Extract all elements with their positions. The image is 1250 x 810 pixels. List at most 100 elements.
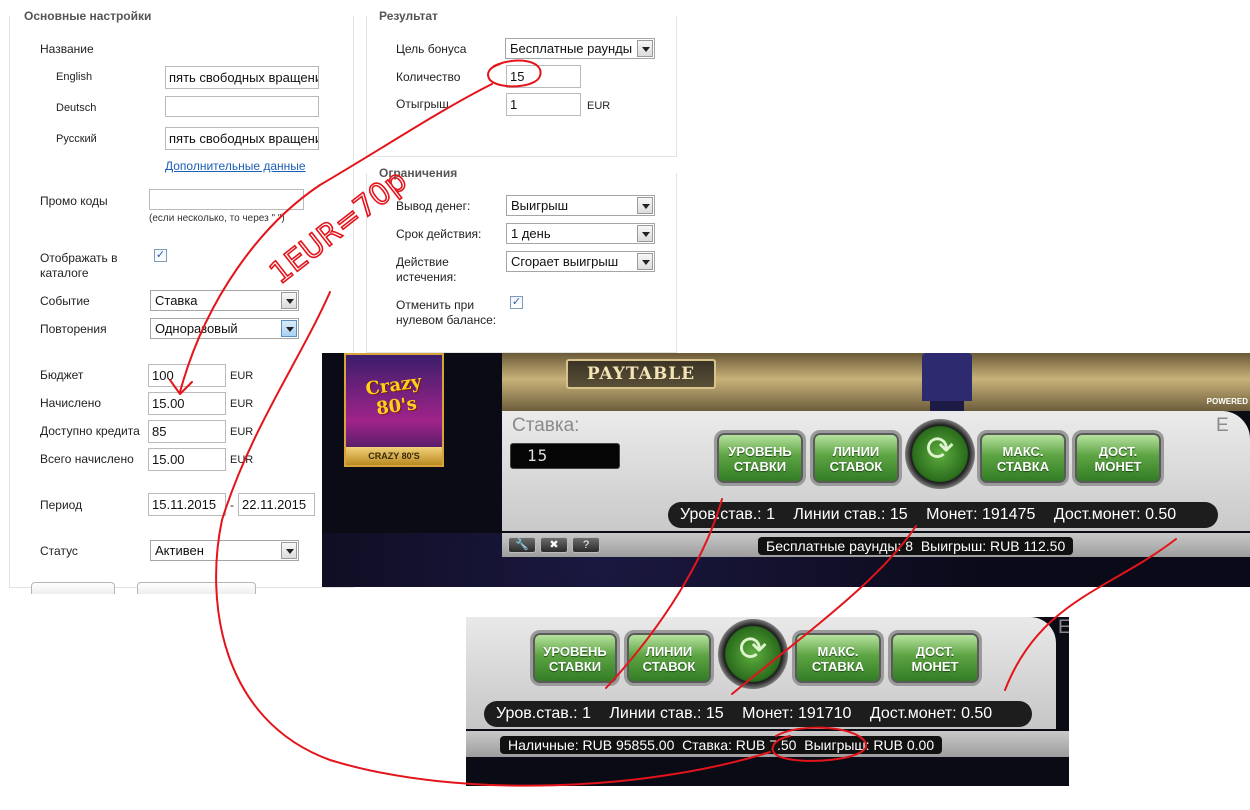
accrued-input[interactable]: 15.00 xyxy=(148,392,226,415)
status-win-2: Выигрыш: RUB 0.00 xyxy=(804,737,935,753)
cancel-zero-checkbox[interactable]: ✓ xyxy=(510,296,523,309)
additional-data-link[interactable]: Дополнительные данные xyxy=(165,159,306,173)
validity-select-value: 1 день xyxy=(511,226,551,241)
bet-level-button-2[interactable]: УРОВЕНЬ СТАВКИ xyxy=(530,630,620,686)
quantity-input[interactable]: 15 xyxy=(506,65,581,88)
period-to-input[interactable]: 22.11.2015 xyxy=(238,493,315,516)
result-legend: Результат xyxy=(377,9,440,23)
refresh-icon: ⟳ xyxy=(925,430,955,468)
validity-select[interactable]: 1 день xyxy=(506,223,655,244)
bet-lines-button-2[interactable]: ЛИНИИ СТАВОК xyxy=(624,630,714,686)
stake-label: Ставка: xyxy=(512,415,580,436)
total-currency: EUR xyxy=(230,454,254,466)
goal-label: Цель бонуса xyxy=(396,42,467,56)
available-currency: EUR xyxy=(230,426,254,438)
period-from-input[interactable]: 15.11.2015 xyxy=(148,493,226,516)
spin-button[interactable]: ⟳ xyxy=(905,419,975,489)
name-english-input[interactable]: пять свободных вращени xyxy=(165,66,319,89)
info-bet-level-2: Уров.став.: 1 xyxy=(496,705,591,722)
right-edge-letter-2: E xyxy=(1058,617,1069,638)
game-screenshot-2: УРОВЕНЬ СТАВКИ ЛИНИИ СТАВОК ⟳ МАКС. СТАВКА … xyxy=(466,617,1069,786)
wager-currency: EUR xyxy=(587,100,611,112)
chevron-down-icon[interactable] xyxy=(637,225,653,242)
status-win-1: Выигрыш: RUB 112.50 xyxy=(920,538,1066,554)
info-bet-lines-2: Линии став.: 15 xyxy=(609,705,724,722)
chevron-down-icon[interactable] xyxy=(637,253,653,270)
total-input[interactable]: 15.00 xyxy=(148,448,226,471)
bet-lines-button[interactable]: ЛИНИИ СТАВОК xyxy=(810,430,902,486)
refresh-icon: ⟳ xyxy=(738,630,768,668)
name-label: Название xyxy=(40,42,94,56)
max-bet-button-2[interactable]: МАКС. СТАВКА xyxy=(792,630,884,686)
total-label: Всего начислено xyxy=(40,452,134,466)
main-settings-legend: Основные настройки xyxy=(22,9,154,23)
repeat-select[interactable]: Одноразовый xyxy=(150,318,299,339)
info-coins: Монет: 191475 xyxy=(926,506,1036,523)
repeat-select-value: Одноразовый xyxy=(155,321,238,336)
accrued-currency: EUR xyxy=(230,398,254,410)
wager-input[interactable]: 1 xyxy=(506,93,581,116)
promo-codes-input[interactable] xyxy=(149,189,304,210)
status-free-rounds: Бесплатные раунды: 8 xyxy=(766,538,914,554)
goal-select-value: Бесплатные раунды xyxy=(510,41,633,56)
period-label: Период xyxy=(40,498,83,512)
chevron-down-icon[interactable] xyxy=(281,320,297,337)
expiry-select[interactable]: Сгорает выигрыш xyxy=(506,251,655,272)
paytable-button[interactable]: PAYTABLE xyxy=(566,359,716,389)
expiry-label: Действие истечения: xyxy=(396,255,457,284)
game-logo-text: Crazy 80's xyxy=(364,371,423,420)
withdraw-select[interactable]: Выигрыш xyxy=(506,195,655,216)
status-label: Статус xyxy=(40,544,78,558)
bet-level-button[interactable]: УРОВЕНЬ СТАВКИ xyxy=(714,430,806,486)
chevron-down-icon[interactable] xyxy=(281,292,297,309)
chevron-down-icon[interactable] xyxy=(281,542,297,559)
chevron-down-icon[interactable] xyxy=(637,197,653,214)
settings-wrench-icon[interactable]: 🔧 xyxy=(508,537,536,553)
event-select[interactable]: Ставка xyxy=(150,290,299,311)
limits-legend: Ограничения xyxy=(377,166,460,180)
budget-currency: EUR xyxy=(230,370,254,382)
catalog-checkbox[interactable]: ✓ xyxy=(154,249,167,262)
event-select-value: Ставка xyxy=(155,293,198,308)
max-bet-button[interactable]: МАКС. СТАВКА xyxy=(977,430,1069,486)
budget-label: Бюджет xyxy=(40,368,84,382)
status-select[interactable]: Активен xyxy=(150,540,299,561)
info-bar: Уров.став.: 1 Линии став.: 15 Монет: 191… xyxy=(668,502,1218,528)
deutsch-label: Deutsch xyxy=(56,102,97,114)
info-bet-level: Уров.став.: 1 xyxy=(680,506,775,523)
repeat-label: Повторения xyxy=(40,322,107,336)
accrued-label: Начислено xyxy=(40,396,102,410)
withdraw-select-value: Выигрыш xyxy=(511,198,569,213)
period-dash: - xyxy=(230,498,234,512)
english-label: English xyxy=(56,71,93,83)
info-coin-value: Дост.монет: 0.50 xyxy=(1053,506,1177,523)
powered-label: POWERED xyxy=(1206,397,1248,406)
spin-button-2[interactable]: ⟳ xyxy=(718,619,788,689)
withdraw-label: Вывод денег: xyxy=(396,199,471,213)
budget-input[interactable]: 100 xyxy=(148,364,226,387)
game-logo: Crazy 80's CRAZY 80'S xyxy=(344,353,444,467)
goal-select[interactable]: Бесплатные раунды xyxy=(505,38,655,59)
expiry-select-value: Сгорает выигрыш xyxy=(511,254,619,269)
info-coin-value-2: Дост.монет: 0.50 xyxy=(869,705,993,722)
info-bar-2: Уров.став.: 1 Линии став.: 15 Монет: 191… xyxy=(484,701,1032,727)
coin-value-button[interactable]: ДОСТ. МОНЕТ xyxy=(1072,430,1164,486)
game-screenshot-1: Crazy 80's CRAZY 80'S PAYTABLE POWERED С… xyxy=(322,353,1250,587)
validity-label: Срок действия: xyxy=(396,227,482,241)
available-input[interactable]: 85 xyxy=(148,420,226,443)
right-edge-letter: E xyxy=(1216,415,1229,436)
coin-value-button-2[interactable]: ДОСТ. МОНЕТ xyxy=(888,630,982,686)
wager-label: Отыгрыш xyxy=(396,97,449,111)
magician-hat-icon xyxy=(922,353,972,401)
cancel-button[interactable] xyxy=(137,582,256,594)
russian-label: Русский xyxy=(56,133,97,145)
info-coins-2: Монет: 191710 xyxy=(742,705,852,722)
stake-display: 15 xyxy=(510,443,620,469)
help-icon[interactable]: ? xyxy=(572,537,600,553)
save-button[interactable] xyxy=(31,582,115,594)
status-stake: Ставка: RUB 7.50 xyxy=(682,737,797,753)
close-icon[interactable]: ✖ xyxy=(540,537,568,553)
name-deutsch-input[interactable] xyxy=(165,96,319,117)
chevron-down-icon[interactable] xyxy=(637,40,653,57)
name-russian-input[interactable]: пять свободных вращени xyxy=(165,127,319,150)
